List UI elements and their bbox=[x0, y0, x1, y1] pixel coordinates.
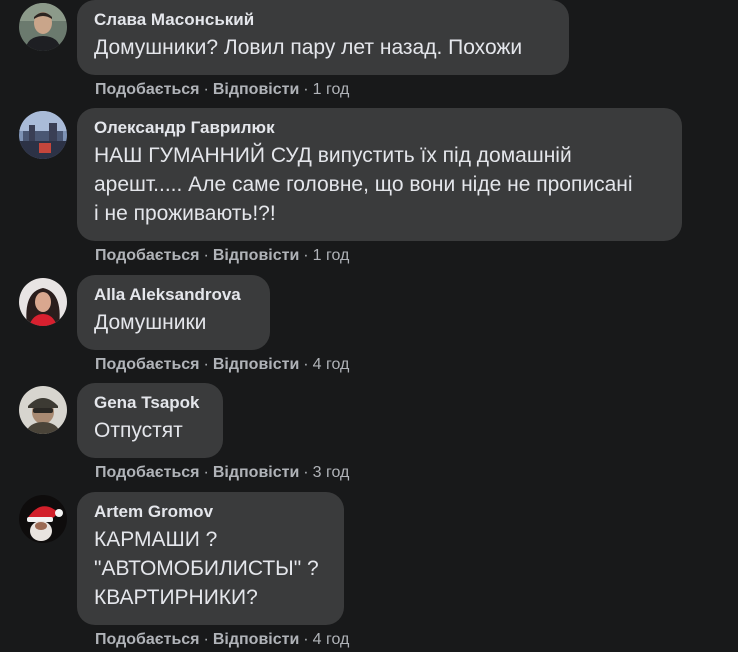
comment-text: Домушники bbox=[94, 311, 207, 334]
comment-bubble: Слава Масонський Домушники? Ловил пару л… bbox=[77, 0, 569, 75]
comment-author[interactable]: Олександр Гаврилюк bbox=[94, 117, 665, 138]
avatar[interactable] bbox=[19, 495, 67, 543]
comment-list: Слава Масонський Домушники? Ловил пару л… bbox=[0, 0, 738, 652]
comment-timestamp[interactable]: 4 год bbox=[313, 356, 350, 373]
comment-actions: Подобається · Відповісти · 1 год bbox=[95, 80, 349, 100]
separator: · bbox=[203, 247, 209, 264]
comment-actions: Подобається · Відповісти · 4 год bbox=[95, 355, 349, 375]
comment-bubble: Alla Aleksandrova Домушники bbox=[77, 275, 270, 350]
user-avatar-photo-icon bbox=[19, 111, 67, 159]
user-avatar-photo-icon bbox=[19, 495, 67, 543]
reply-button[interactable]: Відповісти bbox=[213, 631, 299, 648]
separator: · bbox=[303, 631, 309, 648]
comment-bubble: Gena Tsapok Отпустят bbox=[77, 383, 223, 458]
comment-timestamp[interactable]: 1 год bbox=[313, 81, 350, 98]
reply-button[interactable]: Відповісти bbox=[213, 81, 299, 98]
comment-timestamp[interactable]: 3 год bbox=[313, 464, 350, 481]
comment-text: КАРМАШИ ? "АВТОМОБИЛИСТЫ" ? КВАРТИРНИКИ? bbox=[94, 528, 319, 609]
separator: · bbox=[203, 464, 209, 481]
avatar[interactable] bbox=[19, 278, 67, 326]
comment-author[interactable]: Слава Масонський bbox=[94, 9, 552, 30]
reply-button[interactable]: Відповісти bbox=[213, 356, 299, 373]
comment-actions: Подобається · Відповісти · 4 год bbox=[95, 630, 349, 650]
comment-author[interactable]: Artem Gromov bbox=[94, 501, 327, 522]
separator: · bbox=[203, 631, 209, 648]
separator: · bbox=[203, 356, 209, 373]
user-avatar-photo-icon bbox=[19, 278, 67, 326]
comment-text: НАШ ГУМАННИЙ СУД випустить їх під домашн… bbox=[94, 144, 633, 225]
like-button[interactable]: Подобається bbox=[95, 356, 200, 373]
comment-author[interactable]: Gena Tsapok bbox=[94, 392, 206, 413]
comment-bubble: Artem Gromov КАРМАШИ ? "АВТОМОБИЛИСТЫ" ?… bbox=[77, 492, 344, 625]
avatar[interactable] bbox=[19, 3, 67, 51]
avatar[interactable] bbox=[19, 386, 67, 434]
comment-bubble: Олександр Гаврилюк НАШ ГУМАННИЙ СУД випу… bbox=[77, 108, 682, 241]
comment-text: Домушники? Ловил пару лет назад. Похожи bbox=[94, 36, 523, 59]
user-avatar-photo-icon bbox=[19, 3, 67, 51]
comment-timestamp[interactable]: 1 год bbox=[313, 247, 350, 264]
comment-author[interactable]: Alla Aleksandrova bbox=[94, 284, 253, 305]
comment-timestamp[interactable]: 4 год bbox=[313, 631, 350, 648]
like-button[interactable]: Подобається bbox=[95, 81, 200, 98]
comment-text: Отпустят bbox=[94, 419, 183, 442]
separator: · bbox=[303, 356, 309, 373]
like-button[interactable]: Подобається bbox=[95, 631, 200, 648]
separator: · bbox=[303, 81, 309, 98]
user-avatar-photo-icon bbox=[19, 386, 67, 434]
separator: · bbox=[203, 81, 209, 98]
like-button[interactable]: Подобається bbox=[95, 464, 200, 481]
like-button[interactable]: Подобається bbox=[95, 247, 200, 264]
separator: · bbox=[303, 464, 309, 481]
avatar[interactable] bbox=[19, 111, 67, 159]
comment-actions: Подобається · Відповісти · 1 год bbox=[95, 246, 349, 266]
reply-button[interactable]: Відповісти bbox=[213, 464, 299, 481]
comment-actions: Подобається · Відповісти · 3 год bbox=[95, 463, 349, 483]
reply-button[interactable]: Відповісти bbox=[213, 247, 299, 264]
separator: · bbox=[303, 247, 309, 264]
